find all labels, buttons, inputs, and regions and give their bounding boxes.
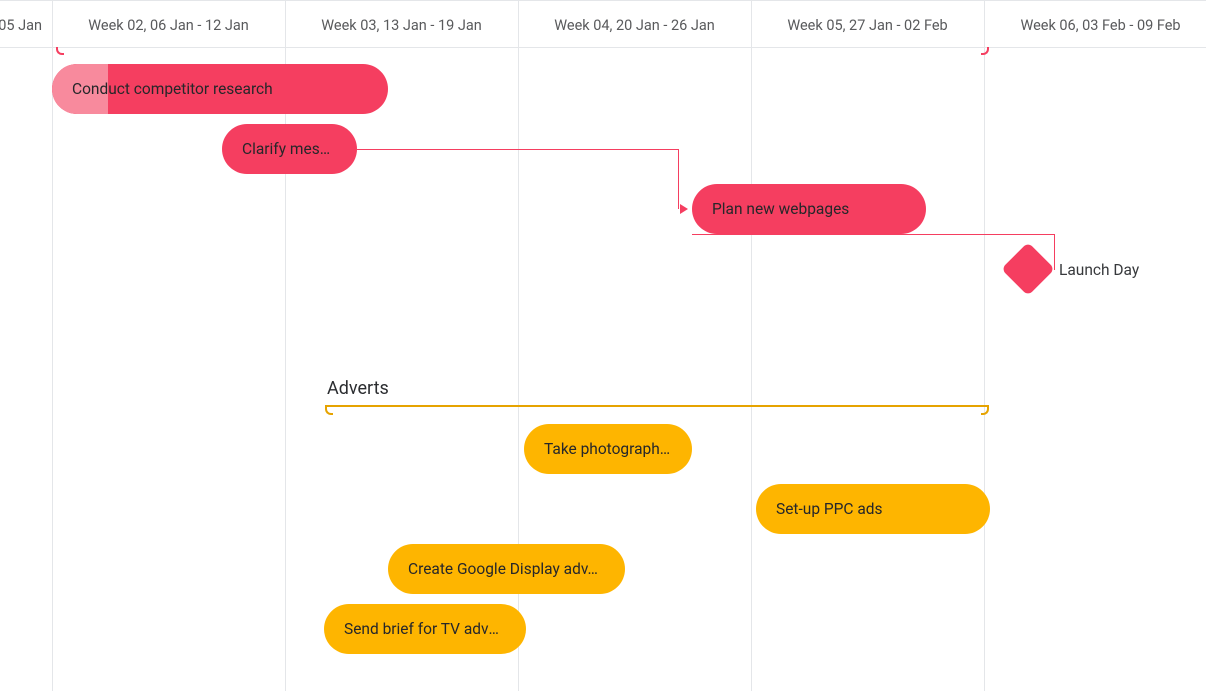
dependency-line [692, 234, 1054, 235]
dependency-line [1054, 234, 1055, 270]
task-label: Plan new webpages [712, 200, 849, 218]
task-plan-webpages[interactable]: Plan new webpages [692, 184, 926, 234]
group-bracket-pink [56, 47, 989, 53]
task-label: Conduct competitor research [72, 80, 273, 98]
group-label-adverts[interactable]: Adverts [327, 378, 389, 399]
timeline-col-2[interactable]: Week 03, 13 Jan - 19 Jan [285, 1, 518, 49]
timeline-col-1[interactable]: Week 02, 06 Jan - 12 Jan [52, 1, 285, 49]
gantt-chart: Week 01, 30 Dec - 05 Jan Week 02, 06 Jan… [0, 0, 1206, 691]
task-label: Set-up PPC ads [776, 500, 883, 518]
milestone-label: Launch Day [1059, 261, 1139, 279]
task-label: Clarify messa… [242, 140, 337, 158]
task-label: Send brief for TV advert [344, 620, 506, 638]
task-label: Take photographs… [544, 440, 672, 458]
diamond-icon [1001, 242, 1055, 296]
timeline-col-0[interactable]: Week 01, 30 Dec - 05 Jan [0, 1, 52, 49]
task-tv-advert-brief[interactable]: Send brief for TV advert [324, 604, 526, 654]
task-take-photographs[interactable]: Take photographs… [524, 424, 692, 474]
task-google-display[interactable]: Create Google Display adv… [388, 544, 625, 594]
timeline-col-3[interactable]: Week 04, 20 Jan - 26 Jan [518, 1, 751, 49]
task-ppc-ads[interactable]: Set-up PPC ads [756, 484, 990, 534]
dependency-line [678, 149, 679, 209]
task-competitor-research[interactable]: Conduct competitor research [52, 64, 388, 114]
task-clarify-messaging[interactable]: Clarify messa… [222, 124, 357, 174]
gantt-body[interactable]: Conduct competitor research Clarify mess… [0, 48, 1206, 691]
dependency-line [357, 149, 678, 150]
milestone-launch-day[interactable] [1003, 244, 1053, 294]
task-label: Create Google Display adv… [408, 560, 598, 578]
timeline-col-5[interactable]: Week 06, 03 Feb - 09 Feb [984, 1, 1206, 49]
group-bracket-adverts [327, 405, 987, 417]
timeline-header: Week 01, 30 Dec - 05 Jan Week 02, 06 Jan… [0, 0, 1206, 48]
dependency-arrow-icon [680, 204, 688, 214]
timeline-col-4[interactable]: Week 05, 27 Jan - 02 Feb [751, 1, 984, 49]
